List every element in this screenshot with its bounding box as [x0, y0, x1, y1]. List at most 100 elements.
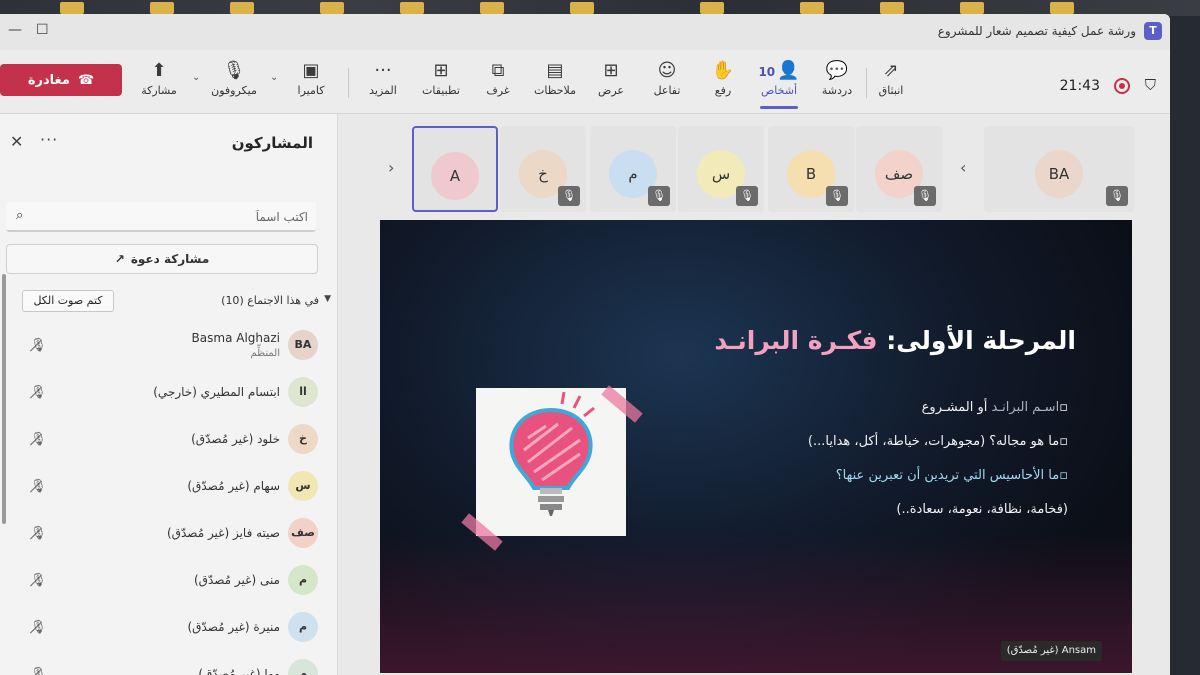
people-label: أشخاص — [760, 84, 798, 97]
react-button[interactable]: ☺ تفاعل — [638, 58, 696, 97]
avatar: BA — [288, 330, 318, 360]
title-bar: — ☐ ورشة عمل كيفية تصميم شعار للمشروع T — [0, 14, 1170, 50]
popout-button[interactable]: ⇗ انبثاق — [862, 58, 920, 97]
participant-role: المنظِّم — [250, 348, 280, 359]
people-button[interactable]: 10 👤 أشخاص — [750, 58, 808, 109]
panel-title: المشاركون — [231, 134, 313, 152]
window-title: ورشة عمل كيفية تصميم شعار للمشروع — [937, 24, 1136, 38]
video-tile[interactable]: س 🎙 — [678, 126, 764, 212]
maximize-icon[interactable]: ☐ — [36, 22, 49, 38]
smiley-icon: ☺ — [657, 60, 677, 81]
participant-name: سهام (غير مُصدّق) — [187, 479, 280, 493]
slide-bullet-2: ▫ما هو مجاله؟ (مجوهرات، خياطة، أكل، هداي… — [807, 434, 1068, 449]
microphone-off-icon: 🎙 — [30, 385, 47, 400]
teams-meeting-window: — ☐ ورشة عمل كيفية تصميم شعار للمشروع T … — [0, 14, 1170, 675]
share-label: مشاركة — [141, 84, 177, 97]
microphone-off-icon: 🎙 — [558, 186, 580, 206]
notes-icon: ▤ — [546, 60, 564, 81]
notes-button[interactable]: ▤ ملاحظات — [526, 58, 584, 97]
share-tray-icon: ⬆ — [151, 60, 167, 81]
shield-icon[interactable]: ⛉ — [1145, 76, 1156, 94]
video-tile[interactable]: خ 🎙 — [500, 126, 586, 212]
camera-label: كاميرا — [297, 84, 325, 97]
chevron-right-icon[interactable]: › — [388, 158, 394, 177]
participant-name: منيرة (غير مُصدّق) — [187, 620, 280, 634]
notes-label: ملاحظات — [534, 84, 576, 97]
microphone-off-icon: 🎙 — [30, 526, 47, 541]
meeting-toolbar: مغادرة ☎ ⬆ مشاركة ⌄ 🎙 ميكروفون ⌄ ▣ كامير… — [0, 50, 1170, 114]
search-field[interactable]: ⌕ — [6, 202, 316, 232]
close-icon[interactable]: ✕ — [10, 132, 23, 151]
raise-hand-button[interactable]: ✋ رفع — [694, 58, 752, 97]
camera-options-chevron-icon[interactable]: ⌄ — [270, 72, 278, 83]
participants-panel: ✕ ··· المشاركون ⌕ مشاركة دعوة ↗ ▼ في هذا… — [0, 114, 338, 675]
video-tile[interactable]: BA 🎙 — [984, 126, 1134, 212]
avatar: خ — [288, 424, 318, 454]
video-tile[interactable]: صف 🎙 — [856, 126, 942, 212]
participant-row[interactable]: خ خلود (غير مُصدّق) 🎙 — [0, 418, 338, 462]
meeting-stage: › ‹ A خ 🎙 م 🎙 س 🎙 B 🎙 صف 🎙 BA 🎙 المرحلة الأولى: فكـر… — [338, 114, 1170, 675]
slide-bullet-3: ▫ما الأحاسيس التي تريدين أن تعبرين عنها؟ — [835, 468, 1068, 483]
share-button[interactable]: ⬆ مشاركة — [130, 58, 188, 97]
apps-plus-icon: ⊞ — [433, 60, 449, 81]
view-label: عرض — [598, 84, 624, 97]
avatar: صف — [288, 518, 318, 548]
hand-icon: ✋ — [711, 60, 735, 81]
participant-row[interactable]: BA Basma Alghazi المنظِّم 🎙 — [0, 324, 338, 368]
participant-name: مها (غير مُصدّق) — [198, 667, 280, 675]
collapse-caret-icon[interactable]: ▼ — [324, 294, 331, 304]
view-grid-icon: ⊞ — [603, 60, 619, 81]
phone-hangup-icon: ☎ — [77, 72, 95, 88]
slide-title-accent: فكـرة البرانـد — [714, 326, 878, 355]
avatar: A — [431, 152, 479, 200]
toolbar-divider — [348, 68, 349, 98]
share-invite-button[interactable]: مشاركة دعوة ↗ — [6, 244, 318, 274]
participant-row[interactable]: م منيرة (غير مُصدّق) 🎙 — [0, 606, 338, 650]
more-options-icon[interactable]: ··· — [40, 130, 58, 149]
chat-label: دردشة — [821, 84, 853, 97]
people-count: 10 — [758, 65, 776, 79]
mic-options-chevron-icon[interactable]: ⌄ — [192, 72, 200, 83]
minimize-icon[interactable]: — — [8, 22, 22, 38]
microphone-off-icon: 🎙 — [222, 60, 246, 81]
avatar: م — [288, 612, 318, 642]
microphone-label: ميكروفون — [211, 84, 257, 97]
video-tile[interactable]: م 🎙 — [590, 126, 676, 212]
microphone-off-icon: 🎙 — [30, 620, 47, 635]
microphone-button[interactable]: 🎙 ميكروفون — [205, 58, 263, 97]
camera-button[interactable]: ▣ كاميرا — [282, 58, 340, 97]
participant-name: خلود (غير مُصدّق) — [191, 432, 280, 446]
avatar: م — [288, 659, 318, 675]
presenter-label: Ansam (غير مُصدّق) — [1000, 641, 1102, 661]
microphone-off-icon: 🎙 — [648, 186, 670, 206]
chat-button[interactable]: 💬 دردشة — [808, 58, 866, 97]
popout-label: انبثاق — [878, 84, 904, 97]
rooms-button[interactable]: ⧉ غرف — [469, 58, 527, 97]
microphone-off-icon: 🎙 — [30, 479, 47, 494]
participant-name: صيته فايز (غير مُصدّق) — [167, 526, 280, 540]
video-tile[interactable]: B 🎙 — [768, 126, 854, 212]
microphone-off-icon: 🎙 — [30, 573, 47, 588]
search-input[interactable] — [36, 206, 308, 228]
participant-row[interactable]: م مها (غير مُصدّق) 🎙 — [0, 653, 338, 675]
video-tile[interactable]: A — [412, 126, 498, 212]
slide-bullet-1-rest: أو المشـروع — [921, 400, 988, 415]
slide-bullet-1: ▫اسـم البرانـد أو المشـروع — [921, 400, 1068, 415]
leave-button[interactable]: مغادرة ☎ — [0, 64, 122, 96]
participant-row[interactable]: صف صيته فايز (غير مُصدّق) 🎙 — [0, 512, 338, 556]
microphone-off-icon: 🎙 — [826, 186, 848, 206]
slide-bullet-4-text: (فخامة، نظافة، نعومة، سعادة..) — [896, 502, 1068, 517]
participant-row[interactable]: م منى (غير مُصدّق) 🎙 — [0, 559, 338, 603]
slide-bullet-1-dim: اسـم البرانـد — [991, 400, 1060, 415]
chevron-left-icon[interactable]: ‹ — [960, 158, 966, 177]
participant-row[interactable]: س سهام (غير مُصدّق) 🎙 — [0, 465, 338, 509]
apps-button[interactable]: ⊞ تطبيقات — [412, 58, 470, 97]
more-dots-icon: ··· — [374, 60, 392, 81]
participant-row[interactable]: اا ابتسام المطيري (خارجي) 🎙 — [0, 371, 338, 415]
view-button[interactable]: ⊞ عرض — [582, 58, 640, 97]
popout-icon: ⇗ — [883, 60, 899, 81]
avatar: BA — [1035, 150, 1083, 198]
more-button[interactable]: ··· المزيد — [354, 58, 412, 97]
mute-all-button[interactable]: كتم صوت الكل — [22, 290, 114, 312]
people-icon: 10 👤 — [758, 60, 800, 81]
